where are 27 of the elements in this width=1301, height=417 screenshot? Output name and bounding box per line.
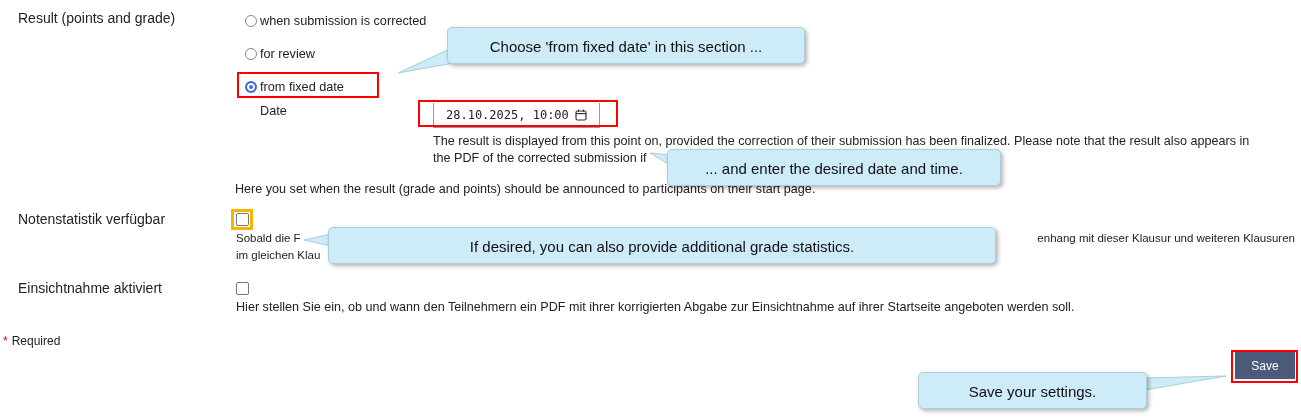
field-label: Einsichtnahme aktiviert [17,279,163,298]
callout: If desired, you can also provide additional grade statistics. [328,227,996,264]
field-label: Result (points and grade) [17,9,177,28]
callout: Save your settings. [918,372,1147,409]
date-field[interactable]: 28.10.2025, 10:00 [433,103,600,128]
help-text: Hier stellen Sie ein, ob und wann den Teilnehmern ein PDF mit ihrer korrigierten Abgabe zur Einsichtnahme auf ihrer Startseite angeboten werden soll. [235,299,1075,316]
help-text: Sobald die F [235,231,301,246]
help-text: enhang mit dieser Klausur und weiteren Klausuren [1036,231,1295,246]
radio-label[interactable]: when submission is corrected [260,13,427,28]
help-text: im gleichen Klau [235,248,321,263]
callout: ... and enter the desired date and time. [667,149,1001,186]
help-text: The result is displayed from this point on, provided the correction of their submission has been finalized. Please note that the result also appears in [433,133,1250,150]
field-label: Notenstatistik verfügbar [17,210,167,229]
required-marker: * [3,334,8,348]
field-label: Date [259,103,288,120]
radio-label[interactable]: from fixed date [260,79,344,94]
help-text: the PDF of the corrected submission if [433,150,647,167]
radio-button[interactable] [245,80,257,93]
highlight-frame [1231,350,1298,383]
radio-label[interactable]: for review [260,46,315,61]
callout: Choose 'from fixed date' in this section ... [447,27,805,64]
highlight-frame [231,209,253,230]
checkbox[interactable] [236,282,249,295]
save-button[interactable]: Save [1235,352,1295,379]
checkbox[interactable] [236,213,249,226]
calendar-icon[interactable] [574,109,587,121]
required-label: Required [11,334,61,348]
